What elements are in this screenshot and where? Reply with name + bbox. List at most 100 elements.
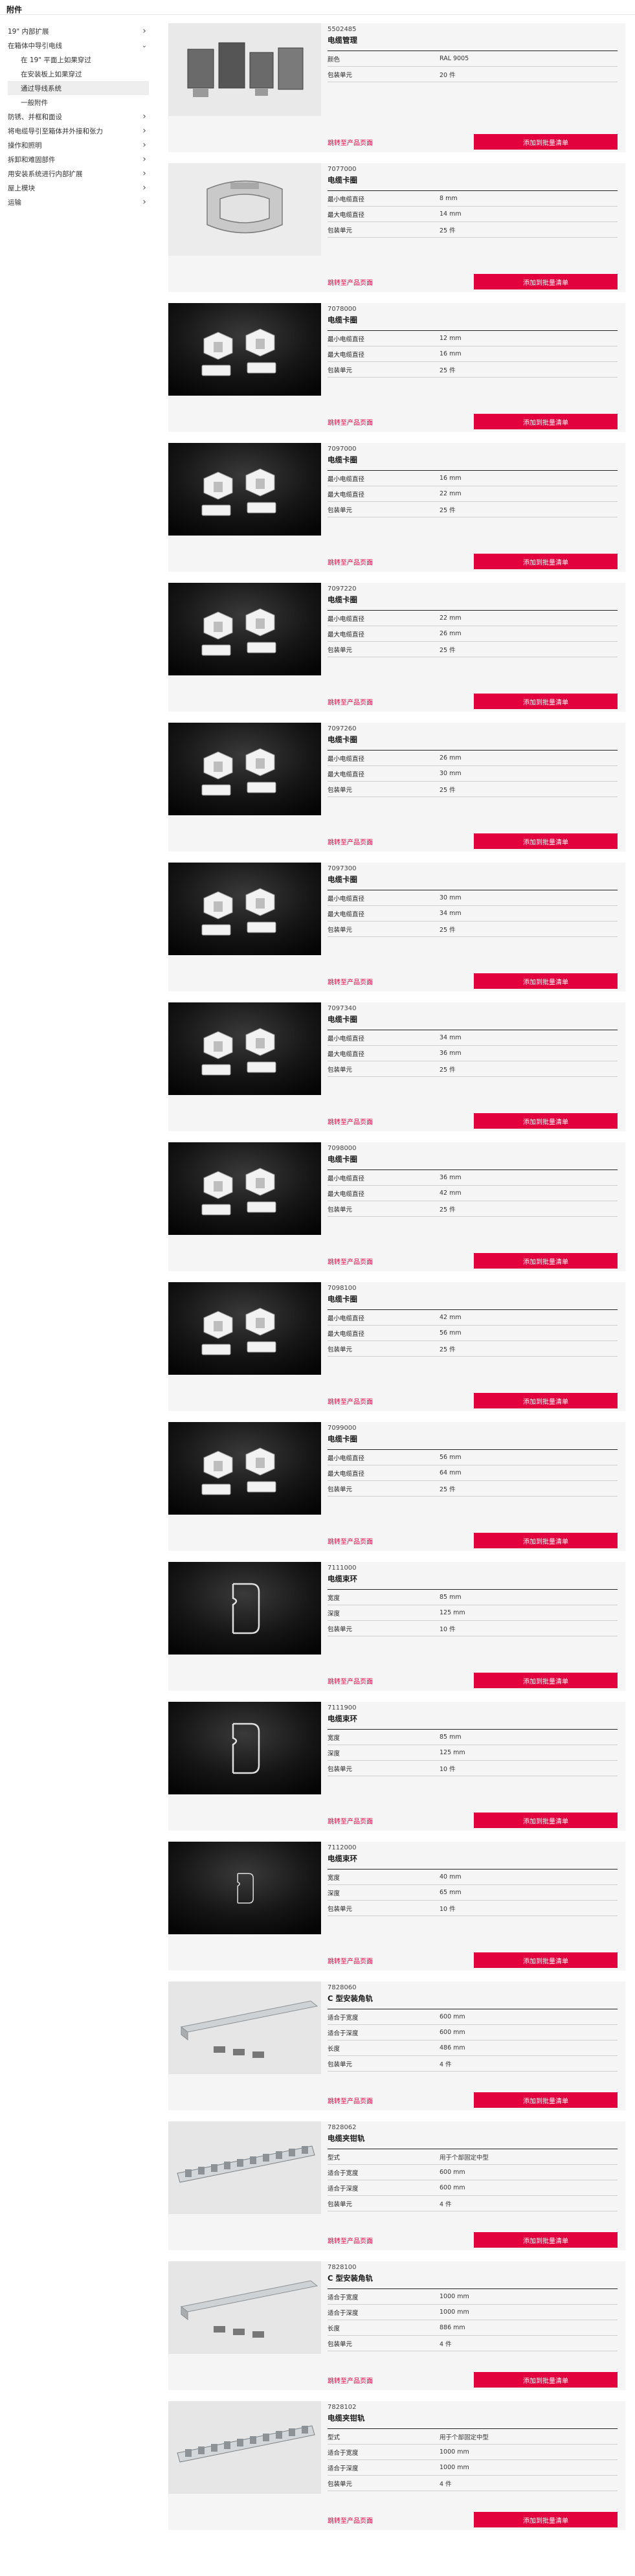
add-to-list-button[interactable]: 添加到批量清单: [474, 1533, 618, 1548]
add-to-list-button[interactable]: 添加到批量清单: [474, 2092, 618, 2108]
product-page-link[interactable]: 跳转至产品页面: [328, 557, 373, 567]
add-to-list-button[interactable]: 添加到批量清单: [474, 1253, 618, 1269]
product-info: 7097220 电缆卡圈 最小电缆直径 22 mm 最大电缆直径 26 mm 包装单元 25 …: [328, 583, 618, 657]
spec-label: 最大电缆直径: [328, 910, 365, 918]
product-image[interactable]: [168, 1702, 321, 1794]
spec-label: 包装单元: [328, 786, 353, 794]
chevron-right-icon[interactable]: ›: [140, 197, 149, 207]
product-image[interactable]: [168, 1562, 321, 1655]
product-page-link[interactable]: 跳转至产品页面: [328, 1536, 373, 1546]
product-image[interactable]: [168, 2261, 321, 2354]
spec-label: 深度: [328, 1610, 340, 1618]
add-to-list-button[interactable]: 添加到批量清单: [474, 2512, 618, 2527]
product-page-link[interactable]: 跳转至产品页面: [328, 277, 373, 287]
sidebar-item[interactable]: 用安装系统进行内部扩展 ›: [8, 166, 149, 181]
add-to-list-button[interactable]: 添加到批量清单: [474, 2372, 618, 2388]
product-image[interactable]: [168, 1002, 321, 1095]
sidebar-item[interactable]: 拆卸和难固部件 ›: [8, 152, 149, 166]
product-page-link[interactable]: 跳转至产品页面: [328, 1956, 373, 1965]
product-page-link[interactable]: 跳转至产品页面: [328, 1256, 373, 1266]
product-image[interactable]: [168, 863, 321, 955]
sidebar-item[interactable]: 防锈、并框和面设 ›: [8, 109, 149, 124]
product-sku: 7828102: [328, 2404, 357, 2411]
product-page-link[interactable]: 跳转至产品页面: [328, 1116, 373, 1126]
product-card: 7097220 电缆卡圈 最小电缆直径 22 mm 最大电缆直径 26 mm 包装单元 25 …: [168, 583, 625, 712]
product-page-link[interactable]: 跳转至产品页面: [328, 2096, 373, 2105]
product-page-link[interactable]: 跳转至产品页面: [328, 1396, 373, 1406]
product-info: 7111000 电缆束环 宽度 85 mm 深度 125 mm 包装单元 10 件: [328, 1562, 618, 1636]
spec-value: 10 件: [440, 1765, 456, 1773]
product-name: 电缆卡圈: [328, 735, 357, 744]
chevron-down-icon[interactable]: ⌄: [140, 42, 149, 49]
product-info: 7828102 电缆夹钳轨 型式 用于个部固定中型 适合于宽度 1000 mm 适合于深度 1…: [328, 2401, 618, 2491]
add-to-list-button[interactable]: 添加到批量清单: [474, 1673, 618, 1688]
chevron-right-icon[interactable]: ›: [140, 154, 149, 164]
sidebar-item[interactable]: 运输 ›: [8, 195, 149, 209]
chevron-right-icon[interactable]: ›: [140, 183, 149, 193]
add-to-list-button[interactable]: 添加到批量清单: [474, 2232, 618, 2248]
product-image[interactable]: [168, 303, 321, 396]
product-page-link[interactable]: 跳转至产品页面: [328, 2515, 373, 2525]
product-image[interactable]: [168, 2401, 321, 2494]
chevron-right-icon[interactable]: ›: [140, 26, 149, 36]
product-page-link[interactable]: 跳转至产品页面: [328, 697, 373, 706]
sidebar-item[interactable]: 一般附件: [8, 95, 149, 109]
add-to-list-button[interactable]: 添加到批量清单: [474, 274, 618, 289]
product-page-link[interactable]: 跳转至产品页面: [328, 2375, 373, 2385]
product-image[interactable]: [168, 23, 321, 116]
add-to-list-button[interactable]: 添加到批量清单: [474, 554, 618, 569]
product-image[interactable]: [168, 1982, 321, 2074]
product-name: 电缆卡圈: [328, 1434, 357, 1443]
chevron-right-icon[interactable]: ›: [140, 111, 149, 122]
add-to-list-button[interactable]: 添加到批量清单: [474, 694, 618, 709]
spec-label: 最大电缆直径: [328, 351, 365, 359]
add-to-list-button[interactable]: 添加到批量清单: [474, 1813, 618, 1828]
sidebar-item[interactable]: 在安装板上如果穿过: [8, 67, 149, 81]
add-to-list-button[interactable]: 添加到批量清单: [474, 1393, 618, 1408]
sidebar-item-label: 将电缆导引至箱体并外接和张力: [8, 127, 103, 135]
sidebar-item[interactable]: 操作和照明 ›: [8, 138, 149, 152]
spec-row: 包装单元 25 件: [328, 1341, 618, 1357]
product-page-link[interactable]: 跳转至产品页面: [328, 1676, 373, 1686]
product-page-link[interactable]: 跳转至产品页面: [328, 977, 373, 986]
sidebar-item[interactable]: 19" 内部扩展 ›: [8, 24, 149, 38]
chevron-right-icon[interactable]: ›: [140, 168, 149, 179]
sidebar-item[interactable]: 将电缆导引至箱体并外接和张力 ›: [8, 124, 149, 138]
sidebar-item[interactable]: 在 19" 平面上如果穿过: [8, 52, 149, 67]
product-image[interactable]: [168, 583, 321, 675]
sidebar-item[interactable]: 屋上模块 ›: [8, 181, 149, 195]
add-to-list-button[interactable]: 添加到批量清单: [474, 833, 618, 849]
product-page-link[interactable]: 跳转至产品页面: [328, 417, 373, 427]
product-page-link[interactable]: 跳转至产品页面: [328, 1816, 373, 1825]
sidebar-item-label: 防锈、并框和面设: [8, 113, 62, 121]
spec-row: 最大电缆直径 64 mm: [328, 1465, 618, 1481]
add-to-list-button[interactable]: 添加到批量清单: [474, 1113, 618, 1129]
add-to-list-button[interactable]: 添加到批量清单: [474, 134, 618, 150]
product-page-link[interactable]: 跳转至产品页面: [328, 137, 373, 147]
product-image[interactable]: [168, 1282, 321, 1375]
product-image[interactable]: [168, 443, 321, 536]
product-image[interactable]: [168, 723, 321, 815]
product-page-link[interactable]: 跳转至产品页面: [328, 2235, 373, 2245]
product-actions: 跳转至产品页面 添加到批量清单: [328, 1813, 618, 1828]
spec-row: 包装单元 10 件: [328, 1901, 618, 1916]
product-image[interactable]: [168, 1422, 321, 1515]
spec-value: 25 件: [440, 646, 456, 654]
chevron-right-icon[interactable]: ›: [140, 126, 149, 136]
add-to-list-button[interactable]: 添加到批量清单: [474, 973, 618, 989]
sidebar-item[interactable]: 在箱体中导引电线 ⌄: [8, 38, 149, 52]
product-page-link[interactable]: 跳转至产品页面: [328, 837, 373, 846]
chevron-right-icon[interactable]: ›: [140, 140, 149, 150]
add-to-list-button[interactable]: 添加到批量清单: [474, 414, 618, 429]
product-image[interactable]: [168, 163, 321, 256]
add-to-list-button[interactable]: 添加到批量清单: [474, 1952, 618, 1968]
product-image[interactable]: [168, 1142, 321, 1235]
product-image[interactable]: [168, 1842, 321, 1934]
spec-value: 25 件: [440, 926, 456, 934]
product-card: 7078000 电缆卡圈 最小电缆直径 12 mm 最大电缆直径 16 mm 包装单元 25 …: [168, 303, 625, 432]
product-card: 7112000 电缆束环 宽度 40 mm 深度 65 mm 包装单元 10 件跳转至产品页面…: [168, 1842, 625, 1971]
spec-value: 4 件: [440, 2061, 452, 2068]
product-image[interactable]: [168, 2121, 321, 2214]
sidebar-item[interactable]: 通过导线系统: [8, 81, 149, 95]
product-info: 7828062 电缆夹钳轨 型式 用于个部固定中型 适合于宽度 600 mm 适合于深度 60…: [328, 2121, 618, 2211]
